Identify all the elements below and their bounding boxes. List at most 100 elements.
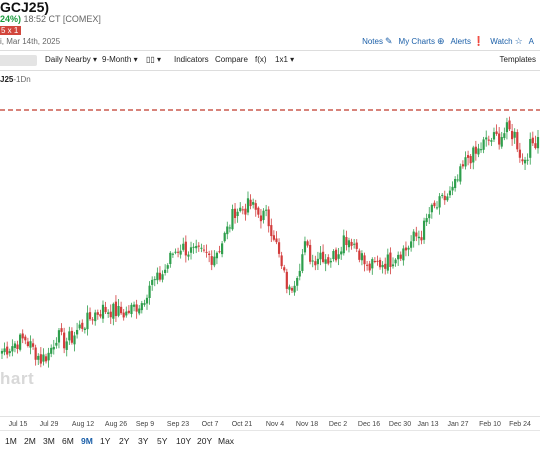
candle <box>267 206 270 233</box>
period-dropdown[interactable]: 9-Month ▾ <box>102 55 138 64</box>
range-button-6m[interactable]: 6M <box>62 436 74 446</box>
candle <box>114 295 118 323</box>
candle <box>425 213 428 226</box>
candle <box>438 193 441 215</box>
candle <box>428 207 431 225</box>
candle-bars-icon: ▯▯ <box>146 55 155 64</box>
daily-nearby-dropdown[interactable]: Daily Nearby ▾ <box>45 55 97 64</box>
candle <box>132 301 136 312</box>
my-charts-button[interactable]: My Charts ⊕ <box>399 36 445 47</box>
candle <box>503 127 506 141</box>
candle <box>109 304 112 324</box>
candle <box>6 341 9 359</box>
range-button-5y[interactable]: 5Y <box>157 436 167 446</box>
candle <box>290 286 294 293</box>
candle <box>358 248 361 263</box>
layout-dropdown[interactable]: 1x1 ▾ <box>275 55 294 64</box>
range-button-20y[interactable]: 20Y <box>197 436 212 446</box>
candle <box>101 300 105 323</box>
candle <box>117 299 120 318</box>
indicators-button[interactable]: Indicators <box>174 55 209 64</box>
candle <box>94 309 97 326</box>
candle <box>50 344 53 358</box>
candle <box>277 238 281 258</box>
range-button-1m[interactable]: 1M <box>5 436 17 446</box>
range-button-2m[interactable]: 2M <box>24 436 36 446</box>
range-button-9m[interactable]: 9M <box>81 436 93 446</box>
candle <box>378 257 382 270</box>
candle <box>466 150 470 166</box>
candle <box>107 309 110 318</box>
candle <box>464 151 467 170</box>
candle <box>324 254 327 272</box>
candle <box>420 230 423 245</box>
candle <box>60 323 63 336</box>
candle <box>270 218 273 243</box>
range-button-max[interactable]: Max <box>218 436 234 446</box>
candle <box>381 261 384 274</box>
range-selector: 1M 2M 3M 6M 9M 1Y 2Y 3Y 5Y 10Y 20Y Max <box>0 430 540 451</box>
quote-time: 18:52 CT [COMEX] <box>23 14 101 24</box>
candle <box>441 192 444 199</box>
compare-button[interactable]: Compare <box>215 55 248 64</box>
candle <box>275 231 278 245</box>
candle <box>373 257 376 264</box>
candle <box>500 131 503 149</box>
candle <box>492 127 496 142</box>
candle <box>148 281 151 305</box>
candle <box>448 186 452 199</box>
watch-button[interactable]: Watch ☆ <box>490 36 522 47</box>
candle <box>404 241 408 257</box>
candle <box>233 203 237 224</box>
x-tick-label: Feb 24 <box>509 421 531 428</box>
candle <box>130 302 133 318</box>
candle <box>57 328 61 349</box>
candle <box>169 251 172 268</box>
candle <box>430 203 433 219</box>
chart-toolbar: Daily Nearby ▾ 9-Month ▾ ▯▯ ▾ Indicators… <box>0 50 540 71</box>
candle <box>65 337 68 357</box>
candle <box>171 252 174 258</box>
candle <box>474 140 477 161</box>
candle <box>99 309 102 319</box>
candle <box>407 245 410 257</box>
candle <box>176 247 180 258</box>
quote-header: GCJ25) 24%) 18:52 CT [COMEX] 5 x 1 i, Ma… <box>0 0 540 50</box>
candle <box>112 302 115 326</box>
x-tick-label: Jan 27 <box>447 421 469 428</box>
range-button-10y[interactable]: 10Y <box>176 436 191 446</box>
candle <box>52 339 55 355</box>
candle <box>399 251 402 262</box>
candle <box>11 339 14 357</box>
price-chart[interactable] <box>0 85 540 435</box>
price-change: 24%) 18:52 CT [COMEX] <box>0 14 101 24</box>
candle <box>443 190 446 205</box>
candle <box>321 244 325 264</box>
candle <box>337 247 340 266</box>
candle <box>293 280 296 296</box>
candle <box>309 239 312 265</box>
candle <box>283 264 286 273</box>
candle <box>513 128 516 144</box>
candle <box>122 309 125 321</box>
candle <box>306 239 309 248</box>
notes-button[interactable]: Notes ✎ <box>362 36 392 47</box>
candle <box>182 237 185 252</box>
range-button-1y[interactable]: 1Y <box>100 436 110 446</box>
candle <box>340 246 343 260</box>
candle <box>412 229 415 248</box>
range-button-3y[interactable]: 3Y <box>138 436 148 446</box>
candle <box>192 243 195 254</box>
fx-button[interactable]: f(x) <box>255 55 267 64</box>
range-button-3m[interactable]: 3M <box>43 436 55 446</box>
range-button-2y[interactable]: 2Y <box>119 436 129 446</box>
candle <box>13 341 17 353</box>
symbol-input[interactable] <box>0 55 37 66</box>
chart-type-dropdown[interactable]: ▯▯ ▾ <box>146 55 161 64</box>
candle <box>332 249 335 262</box>
more-action[interactable]: A <box>529 37 534 46</box>
candle <box>536 129 540 154</box>
alerts-button[interactable]: Alerts ❗ <box>451 36 485 47</box>
templates-button[interactable]: Templates <box>500 55 536 64</box>
candle <box>461 160 465 169</box>
